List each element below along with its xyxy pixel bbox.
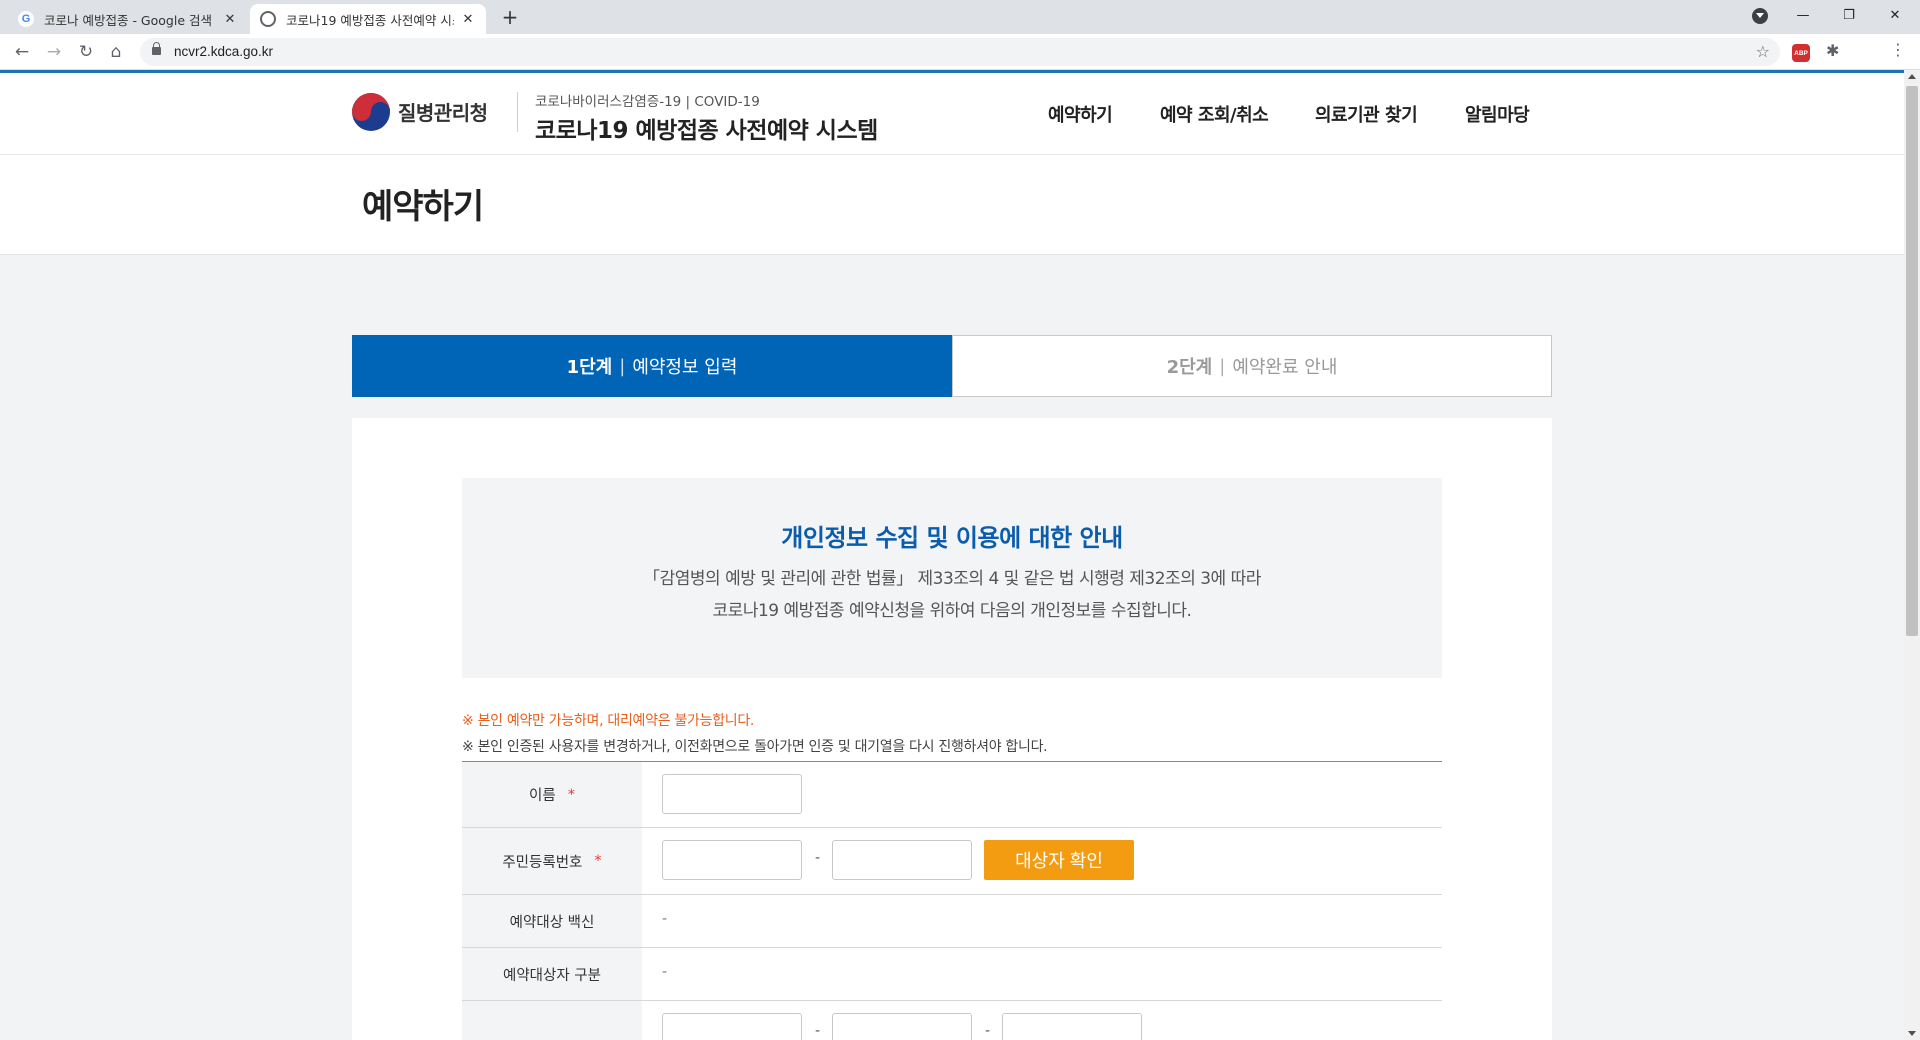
nav-reserve[interactable]: 예약하기	[1048, 101, 1113, 127]
rrn-label: 주민등록번호	[502, 854, 583, 871]
category-label: 예약대상자 구분	[503, 967, 601, 984]
adblock-icon[interactable]: ABP	[1792, 44, 1810, 62]
rrn-front-input[interactable]	[662, 840, 802, 880]
system-title[interactable]: 코로나19 예방접종 사전예약 시스템	[535, 111, 878, 145]
privacy-notice-line-2: 코로나19 예방접종 예약신청을 위하여 다음의 개인정보를 수집합니다.	[712, 601, 1192, 621]
required-mark: *	[567, 786, 575, 803]
step-1-active: 1단계 | 예약정보 입력	[352, 335, 952, 397]
name-input[interactable]	[662, 774, 802, 814]
category-value: -	[662, 964, 668, 980]
site-header: 질병관리청 코로나바이러스감염증-19 | COVID-19 코로나19 예방접…	[0, 73, 1904, 155]
step-label: 예약완료 안내	[1232, 357, 1338, 378]
system-subtitle: 코로나바이러스감염증-19 | COVID-19	[535, 94, 760, 110]
close-tab-icon[interactable]: ✕	[222, 12, 238, 27]
form-row-name: 이름 *	[462, 762, 1442, 828]
verify-target-button[interactable]: 대상자 확인	[984, 840, 1134, 880]
nav-lookup-cancel[interactable]: 예약 조회/취소	[1160, 101, 1269, 127]
tab-title: 코로나 예방접종 - Google 검색	[44, 12, 212, 28]
phone-last-input[interactable]	[1002, 1013, 1142, 1040]
browser-menu-icon[interactable]: ⋮	[1890, 40, 1906, 59]
browser-tab-bar: G 코로나 예방접종 - Google 검색 ✕ 코로나19 예방접종 사전예약…	[0, 0, 1920, 34]
phone-first-input[interactable]	[662, 1013, 802, 1040]
browser-tab-vaccine-reservation[interactable]: 코로나19 예방접종 사전예약 시스템 ✕	[250, 4, 486, 34]
reservation-form-table: 이름 * 주민등록번호 * - 대상자 확인 예약대상 백신 - 예약대상자 구…	[462, 761, 1442, 1040]
phone-dash: -	[815, 1023, 821, 1039]
lock-icon[interactable]	[152, 42, 161, 55]
scroll-down-icon[interactable]	[1908, 1031, 1916, 1036]
back-icon[interactable]: ←	[10, 40, 34, 64]
form-row-vaccine: 예약대상 백신 -	[462, 895, 1442, 948]
window-close-button[interactable]: ✕	[1872, 0, 1918, 30]
privacy-notice-title: 개인정보 수집 및 이용에 대한 안내	[781, 524, 1123, 552]
reservation-form-card: 개인정보 수집 및 이용에 대한 안내 「감염병의 예방 및 관리에 관한 법률…	[352, 418, 1552, 1040]
address-bar[interactable]: ncvr2.kdca.go.kr ☆	[140, 38, 1780, 66]
phone-middle-input[interactable]	[832, 1013, 972, 1040]
page-title: 예약하기	[362, 187, 484, 227]
rrn-back-input[interactable]	[832, 840, 972, 880]
privacy-notice-box: 개인정보 수집 및 이용에 대한 안내 「감염병의 예방 및 관리에 관한 법률…	[462, 478, 1442, 678]
scrollbar-thumb[interactable]	[1906, 86, 1918, 636]
field-label: 주민등록번호 *	[462, 828, 642, 894]
step-separator: |	[1219, 355, 1226, 377]
re-auth-warning: ※ 본인 인증된 사용자를 변경하거나, 이전화면으로 돌아가면 인증 및 대기…	[462, 739, 1048, 755]
step-label: 예약정보 입력	[632, 357, 738, 378]
field-label: 예약대상 백신	[462, 895, 642, 947]
step-number: 1단계	[566, 357, 613, 378]
browser-tab-google-search[interactable]: G 코로나 예방접종 - Google 검색 ✕	[8, 4, 248, 34]
phone-dash: -	[985, 1023, 991, 1039]
nav-find-clinic[interactable]: 의료기관 찾기	[1315, 101, 1418, 127]
page-scrollbar[interactable]	[1904, 70, 1920, 1040]
nav-notice-board[interactable]: 알림마당	[1465, 101, 1530, 127]
form-row-phone: - -	[462, 1001, 1442, 1040]
self-only-warning: ※ 본인 예약만 가능하며, 대리예약은 불가능합니다.	[462, 713, 755, 729]
new-tab-button[interactable]: +	[498, 6, 522, 30]
browser-toolbar: ← → ↻ ⌂ ncvr2.kdca.go.kr ☆ ABP ✱ ⋮	[0, 34, 1920, 70]
field-label: 이름 *	[462, 762, 642, 827]
required-mark: *	[594, 853, 602, 869]
forward-icon[interactable]: →	[42, 40, 66, 64]
vaccine-label: 예약대상 백신	[509, 914, 595, 931]
home-icon[interactable]: ⌂	[104, 40, 128, 64]
minimize-button[interactable]: —	[1780, 0, 1826, 30]
step-2: 2단계 | 예약완료 안내	[952, 335, 1552, 397]
vaccine-value: -	[662, 911, 668, 927]
tab-title: 코로나19 예방접종 사전예약 시스템	[286, 12, 454, 28]
page-title-bar: 예약하기	[0, 155, 1904, 255]
bookmark-star-icon[interactable]: ☆	[1756, 42, 1770, 61]
rrn-dash: -	[815, 850, 821, 866]
privacy-notice-line-1: 「감염병의 예방 및 관리에 관한 법률」 제33조의 4 및 같은 법 시행령…	[643, 569, 1261, 589]
form-row-category: 예약대상자 구분 -	[462, 948, 1442, 1001]
globe-icon	[260, 11, 276, 27]
google-icon: G	[18, 11, 34, 27]
org-name[interactable]: 질병관리청	[398, 97, 488, 126]
scroll-up-icon[interactable]	[1908, 74, 1916, 79]
url-text[interactable]: ncvr2.kdca.go.kr	[174, 44, 273, 59]
name-label: 이름	[529, 788, 556, 804]
field-label: 예약대상자 구분	[462, 948, 642, 1000]
header-divider	[517, 92, 518, 132]
form-row-rrn: 주민등록번호 * - 대상자 확인	[462, 828, 1442, 895]
extensions-puzzle-icon[interactable]: ✱	[1826, 41, 1839, 60]
reload-icon[interactable]: ↻	[74, 40, 98, 64]
tab-search-icon[interactable]	[1752, 8, 1768, 24]
page-viewport: 질병관리청 코로나바이러스감염증-19 | COVID-19 코로나19 예방접…	[0, 70, 1904, 1040]
step-indicator: 1단계 | 예약정보 입력 2단계 | 예약완료 안내	[352, 335, 1552, 397]
step-separator: |	[619, 355, 626, 377]
close-tab-icon[interactable]: ✕	[460, 12, 476, 27]
restore-button[interactable]: ❐	[1826, 0, 1872, 30]
field-label	[462, 1001, 642, 1040]
kdca-logo-icon[interactable]	[352, 93, 390, 131]
step-number: 2단계	[1166, 357, 1213, 378]
